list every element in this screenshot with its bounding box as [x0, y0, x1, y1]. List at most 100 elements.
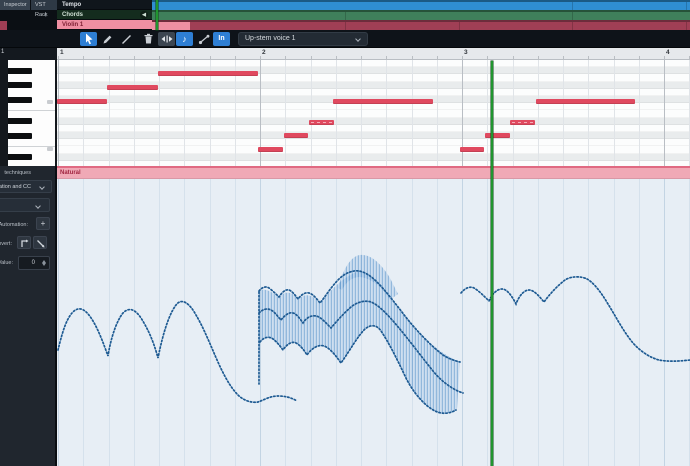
voice-selector-dropdown[interactable]: Up-stem voice 1 — [238, 32, 368, 46]
ruler-corner-label: 1 — [1, 49, 5, 55]
midi-note[interactable] — [158, 71, 258, 76]
pitch-row — [57, 132, 690, 140]
black-key[interactable] — [8, 132, 32, 139]
track-header-chords[interactable]: Chords ◀ — [57, 10, 152, 20]
ruler-tick — [487, 56, 489, 59]
black-key[interactable] — [8, 82, 32, 89]
ruler-tick — [361, 56, 362, 59]
track-header-tempo[interactable]: Tempo — [57, 0, 152, 10]
pitch-row — [57, 60, 690, 68]
ruler-tick — [462, 56, 463, 59]
technique-lane[interactable]: Natural — [57, 166, 690, 179]
editor-type-value: Automation and CC — [0, 184, 31, 190]
pitch-curve-canvas[interactable] — [57, 179, 690, 466]
gridline — [386, 60, 388, 166]
chevron-down-icon — [355, 36, 361, 42]
technique-label: Natural — [60, 170, 81, 176]
tab-vst-rack[interactable]: VST Rack — [31, 0, 57, 18]
ruler-tick — [209, 56, 211, 59]
midi-note[interactable] — [510, 120, 535, 125]
ruler-tick — [537, 56, 539, 59]
midi-note[interactable] — [460, 147, 484, 152]
ruler-tick — [411, 56, 413, 59]
white-key-separator — [8, 110, 55, 112]
ruler-tick — [613, 56, 615, 59]
gridline — [512, 60, 514, 166]
playhead-main[interactable] — [491, 61, 493, 466]
pitch-row — [57, 146, 690, 154]
track-header-violin[interactable]: Violin 1 — [57, 20, 152, 30]
track-overview: Inspector VST Rack ‹ Tempo Chords ◀ Viol… — [0, 0, 690, 32]
chords-label: Chords — [62, 12, 83, 18]
gridline — [411, 60, 413, 166]
convert-to-steps-button[interactable] — [17, 236, 31, 249]
add-automation-button[interactable]: + — [36, 217, 50, 230]
gridline — [664, 60, 665, 166]
ruler-tick — [58, 56, 59, 59]
gridline — [436, 60, 438, 166]
timeline-ruler[interactable]: 1 2 3 4 — [57, 48, 690, 60]
trim-tool-button[interactable] — [158, 32, 175, 46]
playhead-top — [156, 0, 158, 30]
black-key[interactable] — [8, 67, 32, 74]
midi-note[interactable] — [536, 99, 635, 104]
piano-keyboard[interactable] — [0, 60, 57, 166]
line-tool-button[interactable] — [118, 32, 135, 46]
black-key[interactable] — [8, 118, 32, 125]
ruler-tick — [386, 56, 388, 59]
select-tool-button[interactable] — [80, 32, 97, 46]
midi-note[interactable] — [107, 85, 158, 90]
gridline — [108, 60, 110, 166]
notation-input-tool-button[interactable]: In — [213, 32, 230, 46]
draw-tool-button[interactable] — [99, 32, 116, 46]
midi-note[interactable] — [309, 120, 334, 125]
chords-collapse-icon[interactable]: ◀ — [140, 11, 148, 19]
chords-track-lane[interactable] — [152, 10, 690, 22]
ruler-tick — [184, 56, 186, 59]
collapse-panel-icon[interactable]: ‹ — [44, 11, 47, 19]
spinner-down-icon[interactable] — [42, 263, 46, 266]
key-label-chip — [47, 100, 53, 104]
glissando-tool-button[interactable] — [195, 32, 212, 46]
gridline — [133, 60, 135, 166]
midi-note[interactable] — [485, 133, 510, 138]
midi-note[interactable] — [284, 133, 308, 138]
violin-track-lane[interactable] — [152, 20, 690, 32]
pitch-row — [57, 110, 690, 118]
ruler-tick — [588, 56, 590, 59]
gridline — [310, 60, 312, 166]
note-icon: ♪ — [182, 34, 187, 44]
convert-label: Convert: — [0, 241, 12, 247]
midi-note[interactable] — [57, 99, 107, 104]
pitch-automation-lane[interactable] — [57, 179, 690, 466]
tempo-track-lane[interactable] — [152, 0, 690, 12]
voice-selector-value: Up-stem voice 1 — [245, 35, 296, 42]
pitch-row — [57, 74, 690, 82]
value-label: Value: — [0, 260, 13, 266]
gridline — [285, 60, 287, 166]
key-label-chip — [47, 147, 53, 151]
note-tool-button[interactable]: ♪ — [176, 32, 193, 46]
automation-target-dropdown[interactable] — [0, 198, 50, 212]
midi-note[interactable] — [258, 147, 283, 152]
convert-to-ramp-button[interactable] — [33, 236, 47, 249]
piano-roll[interactable] — [57, 60, 690, 166]
gridline — [58, 60, 59, 166]
black-key[interactable] — [8, 96, 32, 103]
tab-inspector[interactable]: Inspector — [0, 0, 30, 10]
editor-left-panel: techniques Automation and CC Automation:… — [0, 166, 57, 466]
value-spinner[interactable]: 0 — [18, 256, 50, 270]
pitch-row — [57, 125, 690, 132]
ruler-tick — [159, 56, 160, 59]
white-keys[interactable] — [8, 60, 55, 166]
pitch-row — [57, 153, 690, 161]
midi-note[interactable] — [333, 99, 433, 104]
ruler-tick — [335, 56, 337, 59]
pitch-curve-segment-c[interactable] — [460, 276, 690, 362]
pitch-hatch-region — [259, 271, 460, 414]
black-key[interactable] — [8, 154, 32, 161]
ruler-tick — [563, 56, 564, 59]
erase-tool-button[interactable] — [140, 32, 157, 46]
editor-type-dropdown[interactable]: Automation and CC — [0, 180, 52, 193]
value-spinner-value: 0 — [31, 260, 35, 266]
